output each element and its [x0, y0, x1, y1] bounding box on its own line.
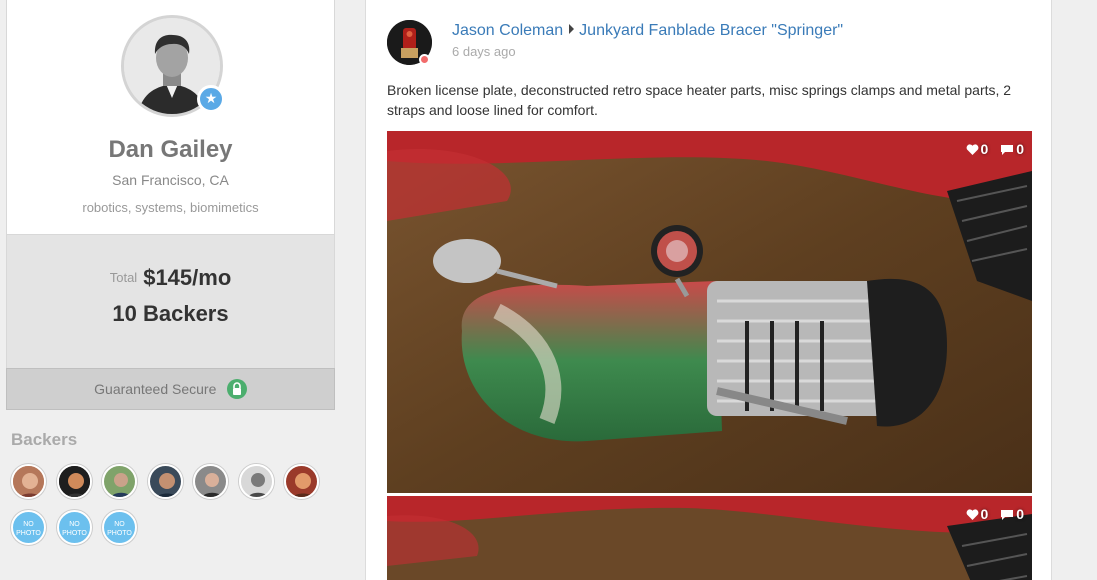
like-stat[interactable]: 0 [966, 141, 989, 157]
photo-stats: 0 0 [958, 506, 1024, 522]
backer-avatar[interactable] [11, 464, 46, 499]
backer-avatar[interactable] [148, 464, 183, 499]
lock-icon [226, 379, 247, 399]
post-photo[interactable]: 0 0 [387, 131, 1032, 493]
heart-icon [966, 144, 978, 155]
comment-stat[interactable]: 0 [1000, 141, 1024, 157]
photo-stats: 0 0 [958, 141, 1024, 157]
backer-avatar[interactable] [284, 464, 319, 499]
backer-avatar[interactable] [239, 464, 274, 499]
no-photo-label: NO PHOTO [16, 521, 41, 537]
backer-count: 10 Backers [112, 301, 229, 326]
comment-count: 0 [1016, 506, 1024, 522]
no-photo-label: NO PHOTO [107, 521, 132, 537]
star-icon: ★ [197, 85, 225, 113]
backer-avatar[interactable] [102, 464, 137, 499]
comment-stat[interactable]: 0 [1000, 506, 1024, 522]
backer-avatar[interactable] [193, 464, 228, 499]
like-stat[interactable]: 0 [966, 506, 989, 522]
profile-location: San Francisco, CA [112, 172, 229, 188]
secure-label: Guaranteed Secure [94, 381, 217, 397]
post-header: Jason Coleman Junkyard Fanblade Bracer "S… [452, 22, 843, 40]
post-timestamp: 6 days ago [452, 44, 516, 59]
post-body: Broken license plate, deconstructed retr… [387, 82, 1012, 118]
profile-card: ★ Dan Gailey San Francisco, CA robotics,… [6, 0, 335, 235]
backer-avatar[interactable] [57, 464, 92, 499]
online-status-dot [419, 54, 430, 65]
backer-avatar-no-photo[interactable]: NO PHOTO [102, 510, 137, 545]
post-card: Jason Coleman Junkyard Fanblade Bracer "S… [365, 0, 1052, 580]
like-count: 0 [980, 141, 989, 157]
like-count: 0 [980, 506, 989, 522]
profile-avatar-wrap: ★ [121, 15, 225, 117]
totals-label: Total [109, 270, 138, 285]
totals-box: Total $145/mo 10 Backers [6, 235, 335, 368]
heart-icon [966, 509, 978, 520]
author-link[interactable]: Jason Coleman [452, 22, 563, 39]
totals-amount: $145/mo [143, 265, 232, 290]
post-photo[interactable]: 0 0 [387, 496, 1032, 580]
comment-count: 0 [1016, 141, 1024, 157]
comment-icon [1001, 510, 1014, 520]
caret-right-icon [569, 24, 575, 34]
project-link[interactable]: Junkyard Fanblade Bracer "Springer" [579, 22, 843, 39]
backer-avatar-no-photo[interactable]: NO PHOTO [57, 510, 92, 545]
backers-heading: Backers [11, 430, 78, 449]
guaranteed-secure-bar[interactable]: Guaranteed Secure [6, 368, 335, 410]
profile-name: Dan Gailey [108, 136, 233, 163]
profile-tags: robotics, systems, biomimetics [82, 200, 259, 215]
comment-icon [1001, 145, 1014, 155]
totals-line: Total $145/mo [7, 265, 334, 291]
no-photo-label: NO PHOTO [62, 521, 87, 537]
backer-avatar-no-photo[interactable]: NO PHOTO [11, 510, 46, 545]
